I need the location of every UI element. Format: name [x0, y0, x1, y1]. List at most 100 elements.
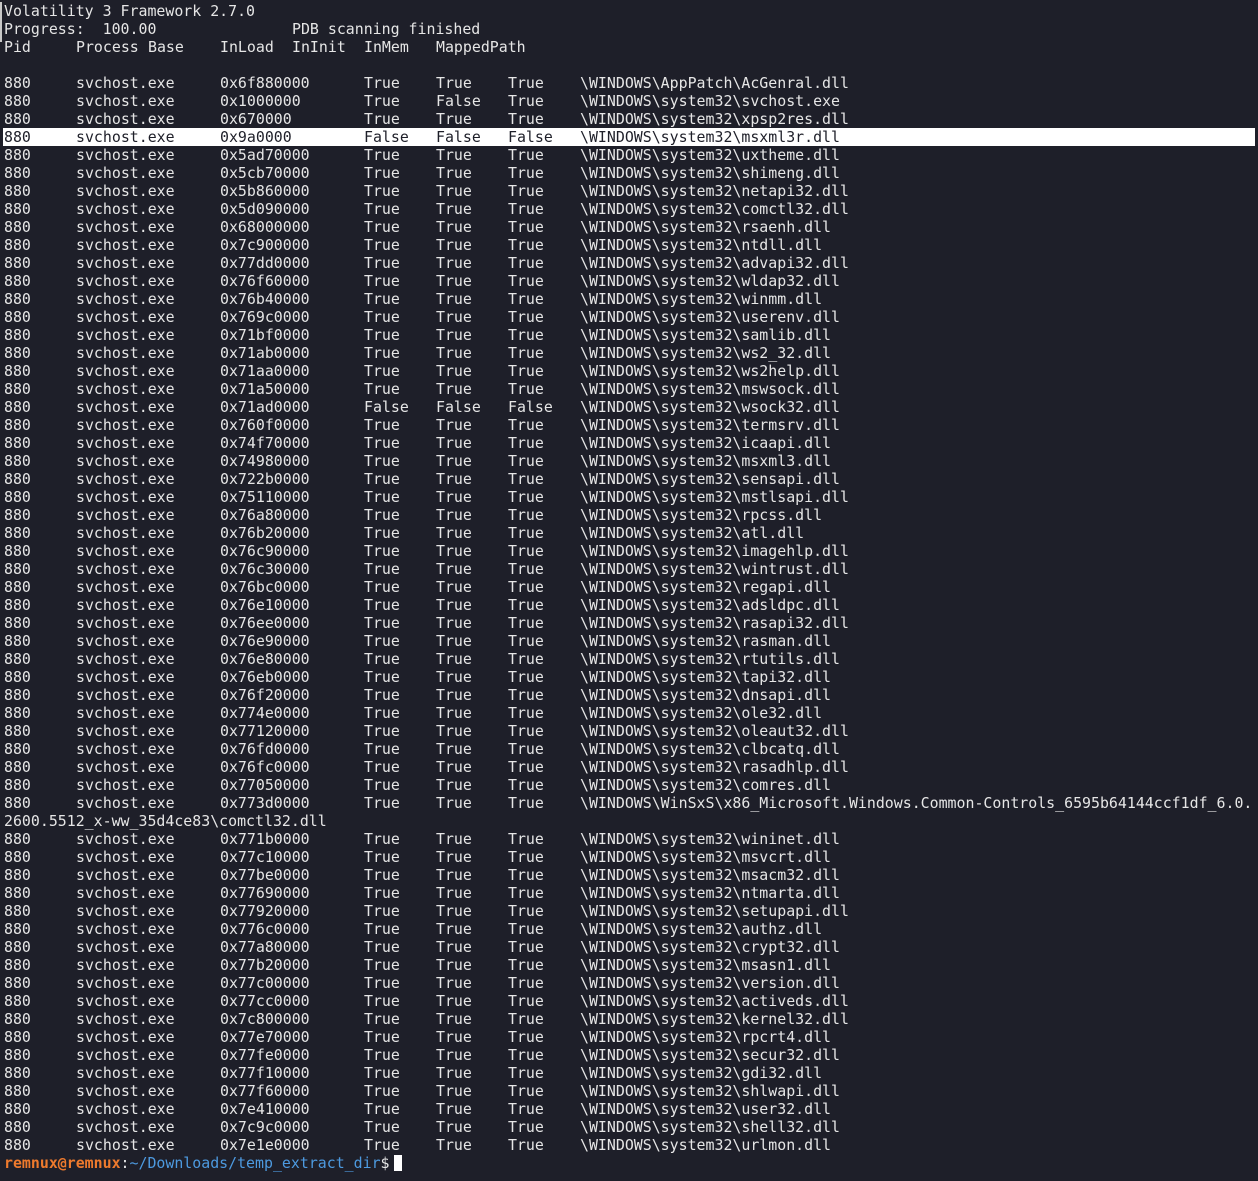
table-row: 880 svchost.exe 0x7c800000 True True True \WIN…	[0, 1010, 1258, 1028]
row-ininit: True	[436, 758, 472, 776]
row-base: 0x76c90000	[220, 542, 310, 560]
row-mappedpath: \WINDOWS\system32\shell32.dll	[580, 1118, 840, 1136]
row-mappedpath: \WINDOWS\system32\authz.dll	[580, 920, 823, 938]
row-ininit: True	[436, 560, 472, 578]
row-pid: 880	[4, 776, 31, 794]
row-ininit: True	[436, 236, 472, 254]
row-inmem: True	[508, 956, 544, 974]
row-mappedpath: \WINDOWS\system32\msasn1.dll	[580, 956, 832, 974]
row-base: 0x77690000	[220, 884, 310, 902]
row-pid: 880	[4, 128, 31, 146]
row-mappedpath: \WINDOWS\system32\rasman.dll	[580, 632, 832, 650]
row-base: 0x7e1e0000	[220, 1136, 310, 1154]
row-pid: 880	[4, 1046, 31, 1064]
row-ininit: True	[436, 1118, 472, 1136]
row-pid: 880	[4, 272, 31, 290]
row-inmem: True	[508, 146, 544, 164]
row-pid: 880	[4, 794, 31, 812]
table-row: 880 svchost.exe 0x74980000 True True True \WIN…	[0, 452, 1258, 470]
row-inmem: True	[508, 974, 544, 992]
row-ininit: True	[436, 290, 472, 308]
terminal-window[interactable]: Volatility 3 Framework 2.7.0 Progress: 1…	[0, 2, 1258, 1172]
row-ininit: True	[436, 974, 472, 992]
row-process: svchost.exe	[76, 110, 175, 128]
row-inmem: True	[508, 200, 544, 218]
row-pid: 880	[4, 560, 31, 578]
row-inmem: True	[508, 902, 544, 920]
row-ininit: False	[436, 398, 481, 416]
shell-prompt[interactable]: remnux@remnux:~/Downloads/temp_extract_d…	[0, 1154, 1258, 1172]
row-pid: 880	[4, 722, 31, 740]
row-process: svchost.exe	[76, 650, 175, 668]
table-row: 880 svchost.exe 0x776c0000 True True True \WIN…	[0, 920, 1258, 938]
row-inmem: True	[508, 776, 544, 794]
row-inload: True	[364, 596, 400, 614]
row-ininit: True	[436, 308, 472, 326]
row-process: svchost.exe	[76, 884, 175, 902]
row-mappedpath: \WINDOWS\system32\shlwapi.dll	[580, 1082, 840, 1100]
row-base: 0x76c30000	[220, 560, 310, 578]
row-inmem: True	[508, 164, 544, 182]
row-process: svchost.exe	[76, 974, 175, 992]
row-pid: 880	[4, 254, 31, 272]
row-base: 0x71aa0000	[220, 362, 310, 380]
row-pid: 880	[4, 740, 31, 758]
row-process: svchost.exe	[76, 542, 175, 560]
row-mappedpath: \WINDOWS\system32\comres.dll	[580, 776, 832, 794]
row-inmem: True	[508, 74, 544, 92]
row-inmem: True	[508, 758, 544, 776]
row-base: 0x77dd0000	[220, 254, 310, 272]
row-process: svchost.exe	[76, 236, 175, 254]
row-process: svchost.exe	[76, 1046, 175, 1064]
table-row: 880 svchost.exe 0x7c9c0000 True True True \WIN…	[0, 1118, 1258, 1136]
row-process: svchost.exe	[76, 866, 175, 884]
row-pid: 880	[4, 974, 31, 992]
col-process: Process	[76, 38, 139, 56]
row-ininit: True	[436, 74, 472, 92]
row-inload: True	[364, 1118, 400, 1136]
row-inmem: True	[508, 884, 544, 902]
row-inload: True	[364, 416, 400, 434]
row-inload: True	[364, 848, 400, 866]
row-mappedpath: \WINDOWS\system32\mswsock.dll	[580, 380, 840, 398]
row-process: svchost.exe	[76, 308, 175, 326]
row-pid: 880	[4, 164, 31, 182]
row-base: 0x5d090000	[220, 200, 310, 218]
row-process: svchost.exe	[76, 452, 175, 470]
row-mappedpath: \WINDOWS\system32\ntdll.dll	[580, 236, 823, 254]
row-ininit: True	[436, 578, 472, 596]
row-ininit: True	[436, 164, 472, 182]
row-process: svchost.exe	[76, 164, 175, 182]
row-mappedpath: \WINDOWS\system32\sensapi.dll	[580, 470, 840, 488]
row-mappedpath: \WINDOWS\system32\comctl32.dll	[580, 200, 849, 218]
table-row: 880 svchost.exe 0x77dd0000 True True True \WIN…	[0, 254, 1258, 272]
table-row: 880 svchost.exe 0x77690000 True True True \WIN…	[0, 884, 1258, 902]
row-process: svchost.exe	[76, 632, 175, 650]
row-inload: True	[364, 1100, 400, 1118]
row-pid: 880	[4, 920, 31, 938]
row-process: svchost.exe	[76, 398, 175, 416]
row-process: svchost.exe	[76, 956, 175, 974]
row-mappedpath: \WINDOWS\system32\rpcrt4.dll	[580, 1028, 832, 1046]
row-inload: True	[364, 362, 400, 380]
row-pid: 880	[4, 182, 31, 200]
table-row: 880 svchost.exe 0x5ad70000 True True True \WIN…	[0, 146, 1258, 164]
row-base: 0x77050000	[220, 776, 310, 794]
row-process: svchost.exe	[76, 722, 175, 740]
table-row: 880 svchost.exe 0x773d0000 True True True \WIN…	[0, 794, 1258, 812]
table-row: 880 svchost.exe 0x74f70000 True True True \WIN…	[0, 434, 1258, 452]
row-mappedpath: \WINDOWS\system32\msxml3r.dll	[580, 128, 840, 146]
table-row: 880 svchost.exe 0x71aa0000 True True True \WIN…	[0, 362, 1258, 380]
row-process: svchost.exe	[76, 1010, 175, 1028]
row-ininit: True	[436, 668, 472, 686]
row-mappedpath: \WINDOWS\system32\tapi32.dll	[580, 668, 832, 686]
table-row: 880 svchost.exe 0x7e410000 True True True \WIN…	[0, 1100, 1258, 1118]
row-process: svchost.exe	[76, 524, 175, 542]
row-inmem: True	[508, 326, 544, 344]
row-base: 0x74980000	[220, 452, 310, 470]
table-row: 880 svchost.exe 0x77120000 True True True \WIN…	[0, 722, 1258, 740]
row-base: 0x76fd0000	[220, 740, 310, 758]
row-process: svchost.exe	[76, 290, 175, 308]
row-inmem: True	[508, 470, 544, 488]
row-mappedpath: \WINDOWS\system32\oleaut32.dll	[580, 722, 849, 740]
